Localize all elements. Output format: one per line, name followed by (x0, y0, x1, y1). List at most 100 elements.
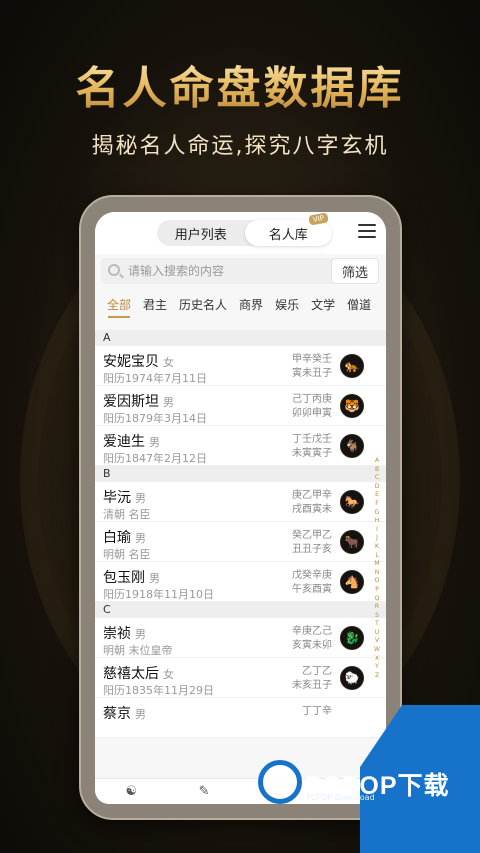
item-name: 爱因斯坦 (103, 394, 159, 410)
item-subtitle: 阳历1918年11月10日 (103, 588, 214, 601)
alphabet-letter[interactable]: G (375, 509, 380, 518)
list-item[interactable]: 包玉刚男 阳历1918年11月10日 戊癸辛庚 午亥酉寅 🐴 (95, 562, 386, 602)
alphabet-letter[interactable]: U (375, 629, 379, 638)
tab-switch: 用户列表 名人库 (157, 220, 332, 246)
alphabet-letter[interactable]: M (374, 560, 379, 569)
list-item[interactable]: 爱迪生男 阳历1847年2月12日 丁壬戊壬 未寅寅子 🐐 (95, 426, 386, 466)
search-bar: 筛选 (101, 258, 379, 284)
item-subtitle: 阳历1835年11月29日 (103, 684, 214, 697)
zodiac-icon: 🐴 (340, 570, 364, 594)
watermark-subtext: PCPOP Download (306, 793, 375, 802)
item-name: 安妮宝贝 (103, 354, 159, 370)
item-name: 爱迪生 (103, 434, 145, 450)
list-item[interactable]: 毕沅男 清朝 名臣 庚乙甲辛 戌酉寅未 🐎 (95, 482, 386, 522)
item-gender: 男 (135, 532, 146, 545)
list-item[interactable]: 蔡京男 丁丁辛 (95, 698, 386, 738)
item-gender: 男 (135, 492, 146, 505)
category-business[interactable]: 商界 (233, 292, 269, 318)
item-name: 毕沅 (103, 490, 131, 506)
category-historical[interactable]: 历史名人 (173, 292, 233, 318)
item-subtitle: 清朝 名臣 (103, 508, 151, 521)
alphabet-letter[interactable]: Y (375, 663, 379, 672)
section-header: A (95, 330, 386, 346)
list-item[interactable]: 安妮宝贝女 阳历1974年7月11日 甲辛癸壬 寅未丑子 🐅 (95, 346, 386, 386)
item-subtitle: 阳历1847年2月12日 (103, 452, 207, 465)
alphabet-letter[interactable]: I (376, 526, 378, 535)
category-monk-taoist[interactable]: 僧道 (341, 292, 377, 318)
tab-user-list[interactable]: 用户列表 (157, 220, 245, 246)
search-input[interactable] (128, 258, 328, 284)
zodiac-icon: 🐯 (340, 394, 364, 418)
zodiac-icon: 🐅 (340, 354, 364, 378)
zodiac-icon: 🐐 (340, 434, 364, 458)
item-bazi: 癸乙甲乙 丑丑子亥 (292, 530, 332, 555)
alphabet-letter[interactable]: S (375, 612, 379, 621)
item-name: 蔡京 (103, 706, 131, 722)
alphabet-letter[interactable]: X (375, 655, 379, 664)
item-bazi: 甲辛癸壬 寅未丑子 (292, 354, 332, 379)
alphabet-letter[interactable]: C (375, 474, 379, 483)
item-gender: 男 (149, 572, 160, 585)
alphabet-letter[interactable]: K (375, 543, 379, 552)
item-gender: 女 (163, 668, 174, 681)
alphabet-letter[interactable]: Q (375, 595, 380, 604)
alphabet-letter[interactable]: P (375, 586, 379, 595)
search-icon (108, 264, 120, 276)
list-item[interactable]: 爱因斯坦男 阳历1879年3月14日 己丁丙庚 卯卯申寅 🐯 (95, 386, 386, 426)
section-header: B (95, 466, 386, 482)
alphabet-letter[interactable]: O (375, 577, 380, 586)
notebook-icon[interactable]: ✎ (174, 784, 234, 799)
zodiac-icon: 🐑 (340, 666, 364, 690)
category-monarch[interactable]: 君主 (137, 292, 173, 318)
app-screen: 用户列表 名人库 V I P 筛选 全部 君主 历史名人 商界 娱乐 文学 僧道 A… (95, 212, 386, 804)
item-bazi: 丁壬戊壬 未寅寅子 (292, 434, 332, 459)
item-bazi: 庚乙甲辛 戌酉寅未 (292, 490, 332, 515)
alphabet-letter[interactable]: D (375, 483, 380, 492)
list-item[interactable]: 白瑜男 明朝 名臣 癸乙甲乙 丑丑子亥 🐂 (95, 522, 386, 562)
hero-title: 名人命盘数据库 (0, 52, 480, 116)
item-subtitle: 明朝 末位皇帝 (103, 644, 173, 657)
alphabet-letter[interactable]: J (376, 534, 378, 543)
alphabet-letter[interactable]: F (375, 500, 378, 509)
alphabet-letter[interactable]: B (375, 466, 379, 475)
alphabet-letter[interactable]: T (375, 620, 379, 629)
item-name: 包玉刚 (103, 570, 145, 586)
alphabet-letter[interactable]: V (375, 637, 379, 646)
alphabet-letter[interactable]: N (375, 569, 380, 578)
category-tabs: 全部 君主 历史名人 商界 娱乐 文学 僧道 (95, 292, 386, 318)
item-bazi: 乙丁乙 未亥丑子 (292, 666, 332, 691)
alphabet-index[interactable]: ABCDEFGHIJKLMNOPQRSTUVWXYZ (373, 457, 381, 680)
celebrity-list: A 安妮宝贝女 阳历1974年7月11日 甲辛癸壬 寅未丑子 🐅 爱因斯坦男 阳历… (95, 330, 386, 738)
item-bazi: 辛庚乙己 亥寅未卯 (292, 626, 332, 651)
item-bazi: 丁丁辛 (302, 706, 332, 717)
yin-yang-icon[interactable]: ☯ (101, 784, 161, 799)
item-name: 白瑜 (103, 530, 131, 546)
category-entertainment[interactable]: 娱乐 (269, 292, 305, 318)
list-menu-icon[interactable] (358, 224, 376, 240)
alphabet-letter[interactable]: W (374, 646, 380, 655)
item-gender: 男 (135, 708, 146, 721)
alphabet-letter[interactable]: H (375, 517, 380, 526)
alphabet-letter[interactable]: E (375, 491, 379, 500)
item-gender: 女 (163, 356, 174, 369)
alphabet-letter[interactable]: Z (375, 672, 379, 681)
watermark-logo (258, 760, 302, 804)
list-item[interactable]: 慈禧太后女 阳历1835年11月29日 乙丁乙 未亥丑子 🐑 (95, 658, 386, 698)
alphabet-letter[interactable]: L (375, 552, 378, 561)
item-subtitle: 阳历1879年3月14日 (103, 412, 207, 425)
category-literature[interactable]: 文学 (305, 292, 341, 318)
section-header: C (95, 602, 386, 618)
alphabet-letter[interactable]: A (375, 457, 379, 466)
category-all[interactable]: 全部 (101, 292, 137, 318)
item-gender: 男 (163, 396, 174, 409)
item-bazi: 己丁丙庚 卯卯申寅 (292, 394, 332, 419)
item-name: 崇祯 (103, 626, 131, 642)
list-item[interactable]: 崇祯男 明朝 末位皇帝 辛庚乙己 亥寅未卯 🐉 (95, 618, 386, 658)
item-bazi: 戊癸辛庚 午亥酉寅 (292, 570, 332, 595)
zodiac-icon: 🐎 (340, 490, 364, 514)
item-subtitle: 阳历1974年7月11日 (103, 372, 207, 385)
zodiac-icon: 🐂 (340, 530, 364, 554)
alphabet-letter[interactable]: R (375, 603, 379, 612)
item-subtitle: 明朝 名臣 (103, 548, 151, 561)
filter-button[interactable]: 筛选 (331, 258, 379, 284)
